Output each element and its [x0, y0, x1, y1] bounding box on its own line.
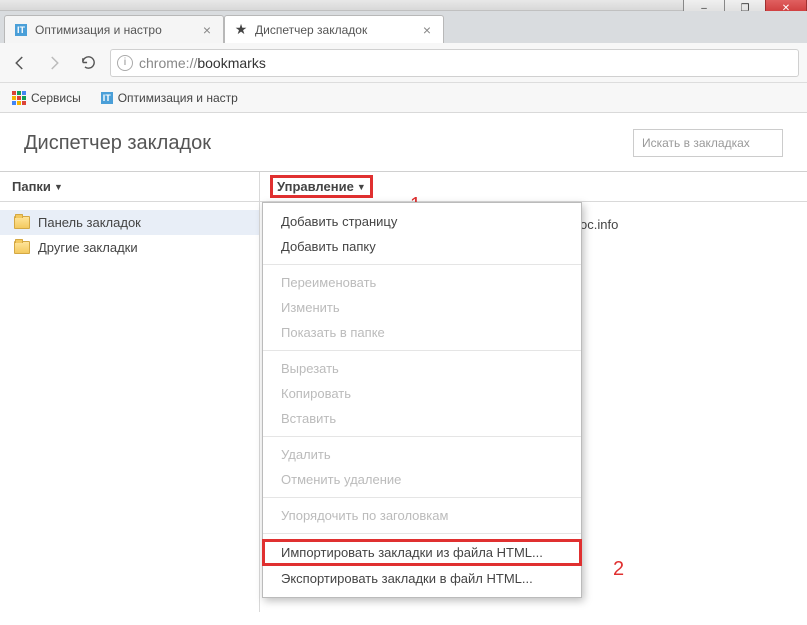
address-bar[interactable]: i chrome://bookmarks [110, 49, 799, 77]
manage-header-row: Управление▼ [260, 172, 807, 202]
menu-separator [263, 436, 581, 437]
menu-separator [263, 264, 581, 265]
menu-add-page[interactable]: Добавить страницу [263, 209, 581, 234]
caret-down-icon: ▼ [54, 182, 63, 192]
site-info-icon[interactable]: i [117, 55, 133, 71]
annotation-2: 2 [613, 558, 624, 581]
tab-title: Диспетчер закладок [255, 23, 419, 37]
tab-optimization[interactable]: IT Оптимизация и настро × [4, 15, 224, 43]
menu-import-html[interactable]: Импортировать закладки из файла HTML... [262, 539, 582, 566]
it-favicon-icon: IT [101, 92, 113, 104]
menu-separator [263, 497, 581, 498]
folder-icon [14, 216, 30, 229]
menu-show-in-folder: Показать в папке [263, 320, 581, 345]
url-text: chrome://bookmarks [139, 55, 266, 71]
tab-title: Оптимизация и настро [35, 23, 199, 37]
back-button[interactable] [8, 51, 32, 75]
menu-cut: Вырезать [263, 356, 581, 381]
bookmark-item-optimization[interactable]: IT Оптимизация и настр [95, 88, 244, 108]
manage-dropdown-button[interactable]: Управление▼ [270, 175, 373, 198]
apps-grid-icon [12, 91, 26, 105]
search-bookmarks-input[interactable]: Искать в закладках [633, 129, 783, 157]
window-titlebar: – ❐ ✕ [0, 0, 807, 11]
menu-paste: Вставить [263, 406, 581, 431]
menu-edit: Изменить [263, 295, 581, 320]
folder-other-bookmarks[interactable]: Другие закладки [0, 235, 259, 260]
menu-undo-delete: Отменить удаление [263, 467, 581, 492]
folder-label: Другие закладки [38, 240, 138, 255]
browser-toolbar: i chrome://bookmarks [0, 43, 807, 83]
folders-column: Папки▼ Панель закладок Другие закладки [0, 172, 260, 612]
manage-dropdown-menu: Добавить страницу Добавить папку Переиме… [262, 202, 582, 598]
forward-button[interactable] [42, 51, 66, 75]
folder-list: Панель закладок Другие закладки [0, 202, 259, 268]
folder-icon [14, 241, 30, 254]
bookmarks-manager: Папки▼ Панель закладок Другие закладки У… [0, 171, 807, 612]
apps-label: Сервисы [31, 91, 81, 105]
folders-header[interactable]: Папки▼ [0, 172, 259, 202]
bookmark-label: Оптимизация и настр [118, 91, 238, 105]
menu-separator [263, 350, 581, 351]
menu-sort-by-title: Упорядочить по заголовкам [263, 503, 581, 528]
tab-close-icon[interactable]: × [199, 22, 215, 38]
page-title: Диспетчер закладок [24, 132, 211, 155]
menu-copy: Копировать [263, 381, 581, 406]
folder-bookmarks-bar[interactable]: Панель закладок [0, 210, 259, 235]
star-icon: ★ [233, 22, 249, 38]
search-placeholder: Искать в закладках [642, 136, 750, 150]
menu-separator [263, 533, 581, 534]
tab-strip: IT Оптимизация и настро × ★ Диспетчер за… [0, 11, 807, 43]
caret-down-icon: ▼ [357, 182, 366, 192]
page-header: Диспетчер закладок Искать в закладках [0, 113, 807, 171]
menu-export-html[interactable]: Экспортировать закладки в файл HTML... [263, 566, 581, 591]
tab-bookmarks-manager[interactable]: ★ Диспетчер закладок × [224, 15, 444, 43]
menu-delete: Удалить [263, 442, 581, 467]
bookmarks-bar: Сервисы IT Оптимизация и настр [0, 83, 807, 113]
tab-close-icon[interactable]: × [419, 22, 435, 38]
folder-label: Панель закладок [38, 215, 141, 230]
apps-shortcut[interactable]: Сервисы [6, 88, 87, 108]
bookmarks-list-column: Управление▼ oc.info Добавить страницу До… [260, 172, 807, 612]
reload-button[interactable] [76, 51, 100, 75]
menu-add-folder[interactable]: Добавить папку [263, 234, 581, 259]
menu-rename: Переименовать [263, 270, 581, 295]
it-favicon-icon: IT [13, 22, 29, 38]
bookmark-item-partial[interactable]: oc.info [580, 217, 618, 232]
